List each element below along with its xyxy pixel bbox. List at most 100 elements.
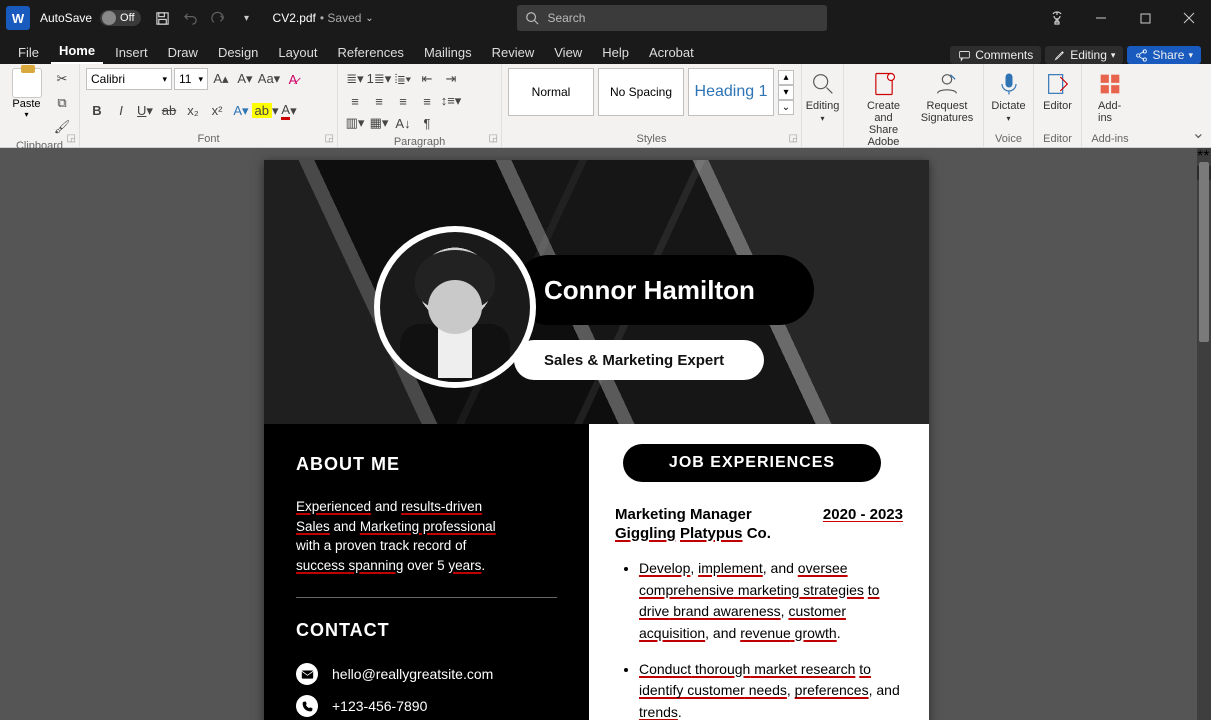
shading-icon[interactable]: ▥▾ — [344, 112, 366, 134]
text-effects-icon[interactable]: A▾ — [230, 100, 252, 122]
contact-phone-row: +123-456-7890 — [296, 695, 557, 717]
vertical-scrollbar[interactable]: ** ▴ — [1197, 148, 1211, 720]
undo-icon[interactable] — [177, 4, 205, 32]
decrease-indent-icon[interactable]: ⇤ — [416, 68, 438, 90]
tab-design[interactable]: Design — [210, 41, 266, 64]
tab-review[interactable]: Review — [484, 41, 543, 64]
bold-icon[interactable]: B — [86, 100, 108, 122]
find-icon — [809, 70, 837, 98]
change-case-icon[interactable]: Aa▾ — [258, 68, 280, 90]
editor-button[interactable]: Editor — [1040, 68, 1075, 114]
document-status: • Saved — [320, 11, 362, 25]
editor-group-label: Editor — [1040, 131, 1075, 145]
ribbon-collapse-icon[interactable]: ⌄ — [1192, 123, 1205, 143]
window-maximize-icon[interactable] — [1123, 0, 1167, 36]
redo-icon[interactable] — [205, 4, 233, 32]
editing-mode-button[interactable]: Editing▾ — [1045, 46, 1123, 64]
tab-help[interactable]: Help — [594, 41, 637, 64]
applicant-subtitle: Sales & Marketing Expert — [544, 352, 724, 369]
document-title[interactable]: CV2.pdf — [273, 11, 316, 25]
styles-scroll-up-icon[interactable]: ▴ — [778, 70, 794, 85]
tab-references[interactable]: References — [329, 41, 411, 64]
highlight-icon[interactable]: ab▾ — [254, 100, 276, 122]
paragraph-launcher-icon[interactable]: ◲ — [489, 133, 498, 144]
window-close-icon[interactable] — [1167, 0, 1211, 36]
share-button[interactable]: Share▾ — [1127, 46, 1201, 64]
tab-home[interactable]: Home — [51, 39, 103, 64]
tab-view[interactable]: View — [546, 41, 590, 64]
grow-font-icon[interactable]: A▴ — [210, 68, 232, 90]
align-left-icon[interactable]: ≡ — [344, 90, 366, 112]
line-spacing-icon[interactable]: ↕≡▾ — [440, 90, 462, 112]
tab-file[interactable]: File — [10, 41, 47, 64]
style-heading1[interactable]: Heading 1 — [688, 68, 774, 116]
job-bullet-2: Conduct thorough market research to iden… — [639, 659, 903, 720]
font-color-icon[interactable]: A▾ — [278, 100, 300, 122]
comments-button[interactable]: Comments — [950, 46, 1041, 64]
tab-acrobat[interactable]: Acrobat — [641, 41, 702, 64]
doc-dropdown-icon[interactable]: ⌄ — [361, 4, 377, 32]
job-company: Giggling Platypus Co. — [615, 525, 903, 542]
sort-icon[interactable]: A↓ — [392, 112, 414, 134]
superscript-icon[interactable]: x² — [206, 100, 228, 122]
font-size-combo[interactable]: 11▾ — [174, 68, 208, 90]
contact-heading: CONTACT — [296, 620, 557, 641]
comments-label: Comments — [975, 48, 1033, 62]
dictate-button[interactable]: Dictate▾ — [990, 68, 1027, 125]
experiences-heading: JOB EXPERIENCES — [623, 444, 881, 482]
clipboard-launcher-icon[interactable]: ◲ — [67, 133, 76, 144]
bullets-icon[interactable]: ≣▾ — [344, 68, 366, 90]
show-hide-icon[interactable]: ¶ — [416, 112, 438, 134]
align-right-icon[interactable]: ≡ — [392, 90, 414, 112]
copy-icon[interactable]: ⧉ — [51, 92, 73, 114]
underline-icon[interactable]: U▾ — [134, 100, 156, 122]
font-launcher-icon[interactable]: ◲ — [325, 133, 334, 144]
avatar-photo — [380, 232, 530, 382]
tab-mailings[interactable]: Mailings — [416, 41, 480, 64]
search-input[interactable]: Search — [517, 5, 827, 31]
autosave-state: Off — [120, 12, 134, 24]
increase-indent-icon[interactable]: ⇥ — [440, 68, 462, 90]
phone-value: +123-456-7890 — [332, 698, 427, 714]
shrink-font-icon[interactable]: A▾ — [234, 68, 256, 90]
addins-button[interactable]: Add-ins — [1088, 68, 1132, 126]
paste-button[interactable]: Paste ▾ — [6, 68, 47, 138]
search-placeholder: Search — [547, 11, 585, 25]
save-icon[interactable] — [149, 4, 177, 32]
addins-group-label: Add-ins — [1088, 131, 1132, 145]
styles-scroll-down-icon[interactable]: ▾ — [778, 85, 794, 100]
styles-group-label: Styles — [508, 131, 795, 145]
name-banner: Connor Hamilton — [514, 255, 814, 325]
tab-layout[interactable]: Layout — [270, 41, 325, 64]
scroll-thumb[interactable] — [1199, 162, 1209, 342]
editing-dropdown[interactable]: Editing▾ — [808, 68, 837, 125]
justify-icon[interactable]: ≡ — [416, 90, 438, 112]
style-no-spacing[interactable]: No Spacing — [598, 68, 684, 116]
style-normal[interactable]: Normal — [508, 68, 594, 116]
qat-customize-icon[interactable]: ▾ — [233, 4, 261, 32]
document-page[interactable]: Connor Hamilton Sales & Marketing Expert… — [264, 160, 929, 720]
autosave-toggle[interactable]: Off — [100, 10, 140, 26]
styles-launcher-icon[interactable]: ◲ — [789, 133, 798, 144]
borders-icon[interactable]: ▦▾ — [368, 112, 390, 134]
font-name-combo[interactable]: Calibri▾ — [86, 68, 172, 90]
tab-draw[interactable]: Draw — [160, 41, 206, 64]
multilevel-list-icon[interactable]: ⦙≣▾ — [392, 68, 414, 90]
numbering-icon[interactable]: 1≣▾ — [368, 68, 390, 90]
request-sig-label: Request Signatures — [921, 100, 974, 124]
editor-label: Editor — [1043, 100, 1072, 112]
clear-formatting-icon[interactable]: A̷ — [282, 68, 304, 90]
font-name-value: Calibri — [91, 72, 125, 86]
job-bullet-1: Develop, implement, and oversee comprehe… — [639, 558, 903, 645]
italic-icon[interactable]: I — [110, 100, 132, 122]
autosave-label: AutoSave — [40, 11, 92, 25]
help-tip-icon[interactable] — [1035, 0, 1079, 36]
subscript-icon[interactable]: x₂ — [182, 100, 204, 122]
paste-icon — [12, 68, 42, 98]
styles-expand-icon[interactable]: ⌄ — [778, 100, 794, 115]
align-center-icon[interactable]: ≡ — [368, 90, 390, 112]
strikethrough-icon[interactable]: ab — [158, 100, 180, 122]
window-minimize-icon[interactable] — [1079, 0, 1123, 36]
cut-icon[interactable]: ✂ — [51, 68, 73, 90]
tab-insert[interactable]: Insert — [107, 41, 156, 64]
